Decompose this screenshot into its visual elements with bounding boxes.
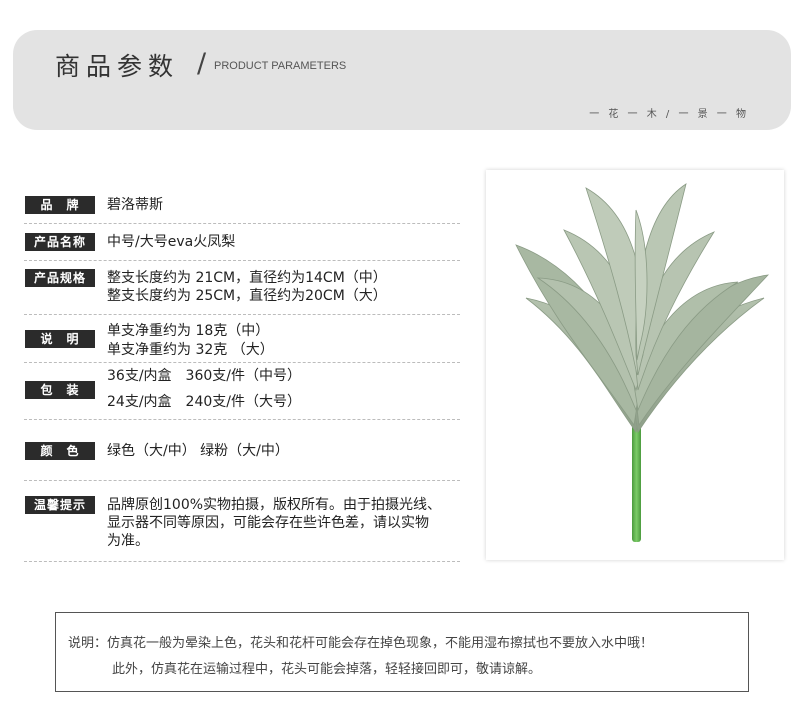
- param-value-line: 整支长度约为 25CM，直径约为20CM（大）: [107, 288, 387, 304]
- page-title: 商品参数: [55, 52, 180, 81]
- param-label: 包 装: [25, 381, 95, 399]
- param-value-line: 单支净重约为 32克 （大）: [107, 342, 274, 358]
- page-subtitle: PRODUCT PARAMETERS: [214, 60, 347, 72]
- param-value-line: 为准。: [107, 533, 149, 549]
- param-label: 说 明: [25, 330, 95, 348]
- param-label: 品 牌: [25, 196, 95, 214]
- param-value-line: 36支/内盒 360支/件（中号）: [107, 368, 301, 384]
- param-label: 温馨提示: [25, 496, 95, 514]
- param-value-line: 整支长度约为 21CM，直径约为14CM（中）: [107, 270, 387, 286]
- row-divider: [24, 314, 460, 315]
- product-photo: [486, 170, 784, 560]
- param-value-line: 24支/内盒 240支/件（大号）: [107, 394, 301, 410]
- care-notice: 说明：仿真花一般为晕染上色，花头和花杆可能会存在掉色现象，不能用湿布擦拭也不要放…: [55, 612, 749, 692]
- notice-line: 此外，仿真花在运输过程中，花头可能会掉落，轻轻接回即可，敬请谅解。: [112, 662, 542, 677]
- row-divider: [24, 260, 460, 261]
- row-divider: [24, 561, 460, 562]
- param-value: 绿色（大/中） 绿粉（大/中）: [107, 443, 289, 459]
- param-value: 碧洛蒂斯: [107, 197, 163, 213]
- title-separator: /: [197, 48, 207, 79]
- param-label: 颜 色: [25, 442, 95, 460]
- param-label: 产品规格: [25, 269, 95, 287]
- param-value-line: 显示器不同等原因，可能会存在些许色差，请以实物: [107, 515, 429, 531]
- param-value-line: 品牌原创100%实物拍摄，版权所有。由于拍摄光线、: [107, 497, 442, 513]
- param-value: 中号/大号eva火凤梨: [107, 234, 236, 250]
- succulent-illustration: [515, 183, 770, 542]
- param-label: 产品名称: [25, 233, 95, 251]
- param-value-line: 单支净重约为 18克（中）: [107, 323, 270, 339]
- header-banner: 商品参数 / PRODUCT PARAMETERS 一 花 一 木 / 一 景 …: [13, 30, 791, 130]
- row-divider: [24, 419, 460, 420]
- row-divider: [24, 223, 460, 224]
- notice-line: 说明：仿真花一般为晕染上色，花头和花杆可能会存在掉色现象，不能用湿布擦拭也不要放…: [68, 636, 654, 651]
- row-divider: [24, 362, 460, 363]
- row-divider: [24, 480, 460, 481]
- header-tagline: 一 花 一 木 / 一 景 一 物: [589, 109, 749, 120]
